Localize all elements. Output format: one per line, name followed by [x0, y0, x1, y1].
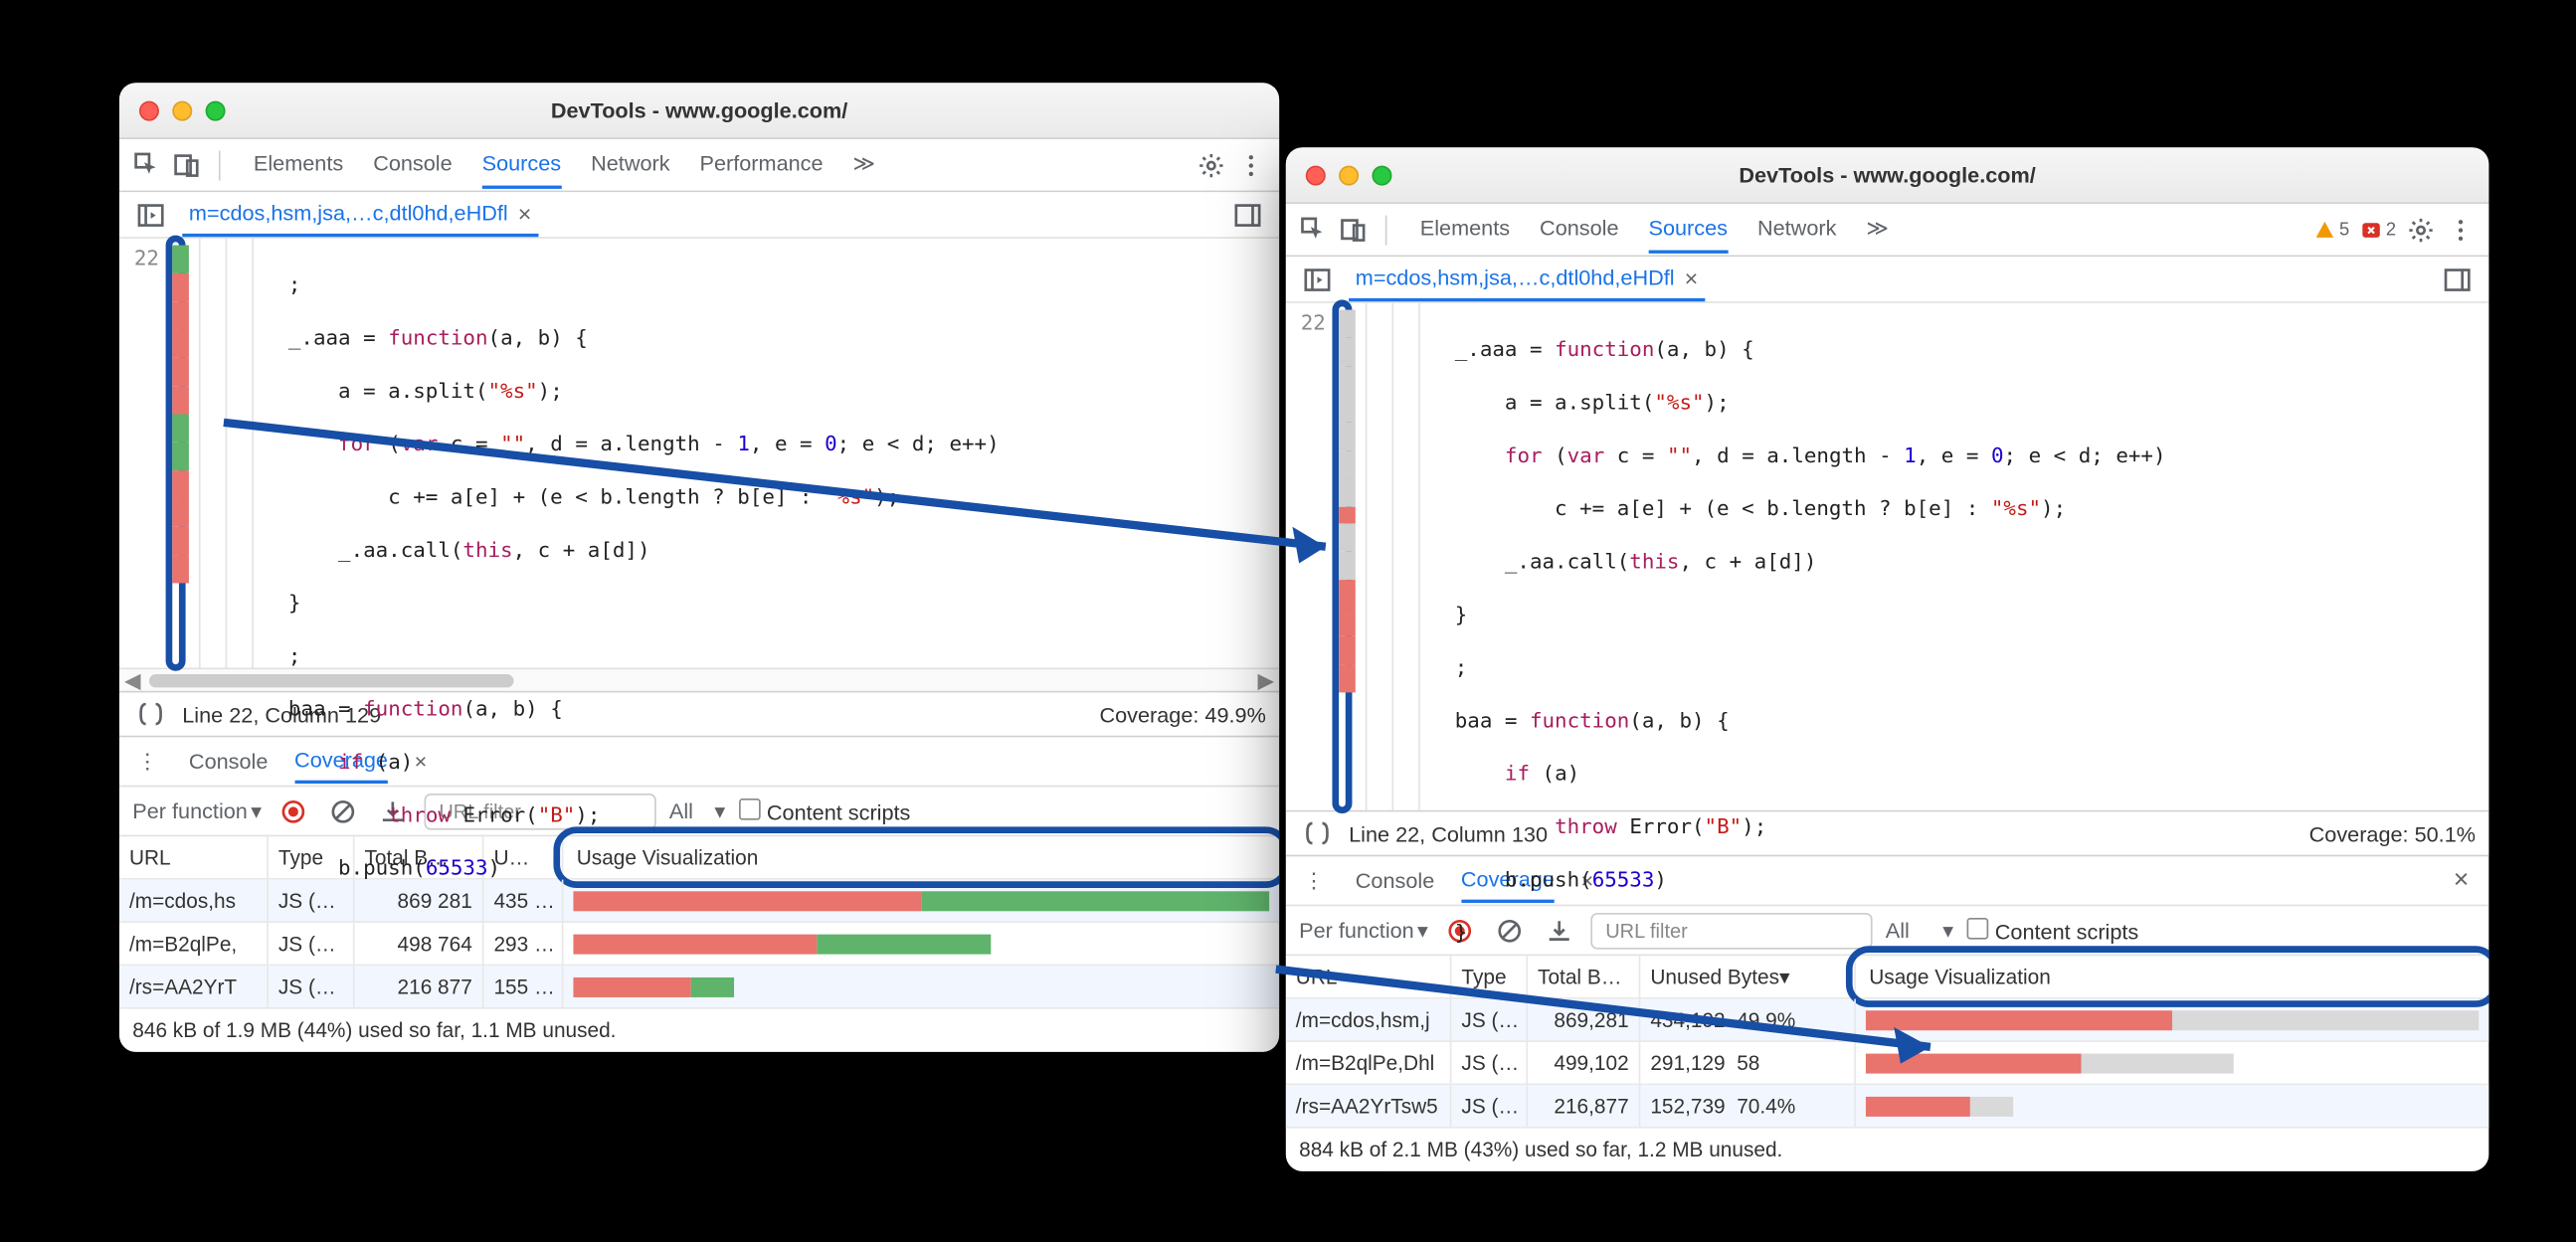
file-tab-label: m=cdos,hsm,jsa,…c,dtl0hd,eHDfl [189, 201, 508, 226]
close-file-tab-icon[interactable]: × [1685, 265, 1699, 291]
main-toolbar: Elements Console Sources Network Perform… [119, 139, 1279, 192]
code-content: ; _.aaa = function(a, b) { a = a.split("… [281, 239, 999, 667]
more-icon[interactable] [2443, 211, 2480, 248]
file-tab-label: m=cdos,hsm,jsa,…c,dtl0hd,eHDfl [1356, 266, 1675, 290]
inspect-icon[interactable] [1296, 211, 1333, 248]
sources-file-tabs: m=cdos,hsm,jsa,…c,dtl0hd,eHDfl × [1286, 257, 2489, 303]
tab-elements[interactable]: Elements [1420, 206, 1510, 254]
settings-icon[interactable] [2403, 211, 2440, 248]
coverage-summary: 846 kB of 1.9 MB (44%) used so far, 1.1 … [119, 1009, 1279, 1052]
tabs-overflow[interactable]: ≫ [1866, 206, 1889, 254]
line-number-gutter: 22 [1286, 303, 1333, 810]
scroll-right-icon[interactable]: ▶ [1256, 670, 1276, 690]
drawer-tab-console[interactable]: Console [189, 741, 268, 783]
warnings-badge[interactable]: 5 [2309, 216, 2353, 243]
tab-network[interactable]: Network [591, 141, 669, 189]
table-row[interactable]: /m=B2qlPe,Dhl JS (… 499,102 291,129 58 [1286, 1042, 2489, 1085]
pretty-print-icon[interactable] [132, 696, 169, 733]
inspect-icon[interactable] [129, 146, 166, 183]
drawer-more-icon[interactable]: ⋮ [132, 748, 162, 775]
tab-network[interactable]: Network [1757, 206, 1836, 254]
tab-console[interactable]: Console [373, 141, 452, 189]
tab-sources[interactable]: Sources [1649, 206, 1728, 254]
code-editor[interactable]: 22 ; _.aaa = function(a, b) { a = a.spli… [119, 239, 1279, 667]
coverage-type-select[interactable]: Per function ▾ [1299, 917, 1428, 944]
toggle-navigator-icon[interactable] [132, 196, 169, 233]
scroll-left-icon[interactable]: ◀ [122, 670, 142, 690]
tab-console[interactable]: Console [1540, 206, 1618, 254]
devtools-window-right: DevTools - www.google.com/ Elements Cons… [1286, 147, 2489, 1171]
col-url[interactable]: URL [1286, 956, 1452, 997]
coverage-type-select[interactable]: Per function ▾ [132, 798, 262, 824]
line-number-gutter: 22 [119, 239, 166, 667]
file-tab[interactable]: m=cdos,hsm,jsa,…c,dtl0hd,eHDfl × [182, 192, 538, 237]
tab-elements[interactable]: Elements [254, 141, 343, 189]
code-content: _.aaa = function(a, b) { a = a.split("%s… [1448, 303, 2165, 810]
coverage-percent: Coverage: 49.9% [1099, 702, 1265, 727]
coverage-gutter-left [166, 236, 186, 671]
tab-sources[interactable]: Sources [482, 141, 561, 189]
toggle-debugger-icon[interactable] [1229, 196, 1266, 233]
drawer-more-icon[interactable]: ⋮ [1299, 867, 1329, 894]
titlebar: DevTools - www.google.com/ [119, 83, 1279, 139]
toggle-navigator-icon[interactable] [1299, 261, 1336, 297]
coverage-percent: Coverage: 50.1% [2309, 821, 2476, 846]
close-file-tab-icon[interactable]: × [518, 200, 532, 227]
errors-badge[interactable]: 2 [2356, 216, 2400, 243]
window-title: DevTools - www.google.com/ [119, 97, 1279, 122]
pretty-print-icon[interactable] [1299, 815, 1336, 852]
device-toolbar-icon[interactable] [1336, 211, 1373, 248]
drawer-tab-console[interactable]: Console [1356, 860, 1434, 902]
code-editor[interactable]: 22 _.aaa = function(a, b) { a = a.split(… [1286, 303, 2489, 810]
close-drawer-icon[interactable]: × [2447, 865, 2476, 895]
devtools-window-left: DevTools - www.google.com/ Elements Cons… [119, 83, 1279, 1052]
indent-guides [1352, 303, 1448, 810]
titlebar: DevTools - www.google.com/ [1286, 147, 2489, 204]
table-row[interactable]: /rs=AA2YrTsw5 JS (… 216,877 152,739 70.4… [1286, 1085, 2489, 1128]
col-url[interactable]: URL [119, 836, 269, 878]
device-toolbar-icon[interactable] [169, 146, 206, 183]
settings-icon[interactable] [1194, 146, 1230, 183]
main-toolbar: Elements Console Sources Network ≫ 5 2 [1286, 204, 2489, 257]
toggle-debugger-icon[interactable] [2439, 261, 2476, 297]
window-title: DevTools - www.google.com/ [1286, 162, 2489, 187]
more-icon[interactable] [1233, 146, 1270, 183]
table-row[interactable]: /m=cdos,hsm,j JS (… 869,281 434,192 49.9… [1286, 999, 2489, 1042]
tab-performance[interactable]: Performance [700, 141, 824, 189]
coverage-summary: 884 kB of 2.1 MB (43%) used so far, 1.2 … [1286, 1129, 2489, 1171]
file-tab[interactable]: m=cdos,hsm,jsa,…c,dtl0hd,eHDfl × [1349, 257, 1705, 301]
coverage-gutter-right [1332, 300, 1352, 813]
sources-file-tabs: m=cdos,hsm,jsa,…c,dtl0hd,eHDfl × [119, 192, 1279, 239]
indent-guides [186, 239, 282, 667]
table-row[interactable]: /rs=AA2YrT JS (… 216 877 155 … [119, 966, 1279, 1008]
tabs-overflow[interactable]: ≫ [853, 141, 876, 189]
